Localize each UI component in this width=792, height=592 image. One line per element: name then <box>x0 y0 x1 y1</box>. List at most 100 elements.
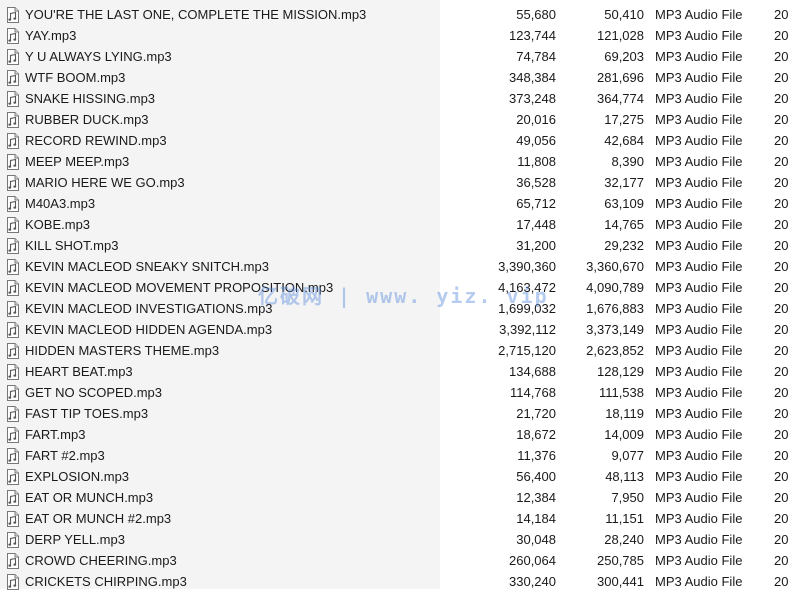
file-name: EAT OR MUNCH #2.mp3 <box>25 511 172 526</box>
audio-file-icon <box>6 91 20 107</box>
file-date: 20 <box>774 217 789 232</box>
file-type: MP3 Audio File <box>655 511 743 526</box>
file-compressed-size: 111,538 <box>598 385 644 400</box>
audio-file-icon <box>6 448 20 464</box>
file-row[interactable]: HIDDEN MASTERS THEME.mp3 2,715,120 2,623,8… <box>0 340 792 361</box>
file-row[interactable]: KEVIN MACLEOD INVESTIGATIONS.mp3 1,699,03… <box>0 298 792 319</box>
file-size: 3,392,112 <box>499 322 556 337</box>
file-row[interactable]: GET NO SCOPED.mp3 114,768 111,538 MP3 Audio… <box>0 382 792 403</box>
file-name: YAY.mp3 <box>25 28 77 43</box>
audio-file-icon <box>6 280 20 296</box>
audio-file-icon <box>6 28 20 44</box>
file-row[interactable]: FART.mp3 18,672 14,009 MP3 Audio File 20 <box>0 424 792 445</box>
file-name: MEEP MEEP.mp3 <box>25 154 130 169</box>
file-compressed-size: 14,765 <box>604 217 644 232</box>
file-row[interactable]: SNAKE HISSING.mp3 373,248 364,774 MP3 Audio… <box>0 88 792 109</box>
file-type: MP3 Audio File <box>655 574 743 589</box>
file-type: MP3 Audio File <box>655 364 743 379</box>
file-compressed-size: 2,623,852 <box>586 343 644 358</box>
file-name: FART.mp3 <box>25 427 86 442</box>
file-date: 20 <box>774 490 789 505</box>
audio-file-icon <box>6 322 20 338</box>
file-row[interactable]: MEEP MEEP.mp3 11,808 8,390 MP3 Audio File 20 <box>0 151 792 172</box>
file-type: MP3 Audio File <box>655 448 743 463</box>
file-size: 123,744 <box>509 28 556 43</box>
file-list: YOU'RE THE LAST ONE, COMPLETE THE MISSIO… <box>0 4 792 592</box>
audio-file-icon <box>6 427 20 443</box>
file-name: Y U ALWAYS LYING.mp3 <box>25 49 172 64</box>
file-size: 114,768 <box>509 385 556 400</box>
file-compressed-size: 63,109 <box>604 196 644 211</box>
audio-file-icon <box>6 385 20 401</box>
file-name: KEVIN MACLEOD HIDDEN AGENDA.mp3 <box>25 322 273 337</box>
file-type: MP3 Audio File <box>655 490 743 505</box>
file-size: 55,680 <box>516 7 556 22</box>
file-name: HEART BEAT.mp3 <box>25 364 133 379</box>
file-type: MP3 Audio File <box>655 301 743 316</box>
file-date: 20 <box>774 259 789 274</box>
file-row[interactable]: Y U ALWAYS LYING.mp3 74,784 69,203 MP3 Audi… <box>0 46 792 67</box>
file-compressed-size: 50,410 <box>604 7 644 22</box>
file-compressed-size: 28,240 <box>604 532 644 547</box>
file-compressed-size: 1,676,883 <box>586 301 644 316</box>
file-date: 20 <box>774 154 789 169</box>
file-name: FAST TIP TOES.mp3 <box>25 406 149 421</box>
file-size: 12,384 <box>516 490 556 505</box>
file-compressed-size: 17,275 <box>604 112 644 127</box>
file-row[interactable]: KEVIN MACLEOD SNEAKY SNITCH.mp3 3,390,360… <box>0 256 792 277</box>
file-type: MP3 Audio File <box>655 7 743 22</box>
file-row[interactable]: WTF BOOM.mp3 348,384 281,696 MP3 Audio File… <box>0 67 792 88</box>
audio-file-icon <box>6 196 20 212</box>
file-row[interactable]: FAST TIP TOES.mp3 21,720 18,119 MP3 Audio F… <box>0 403 792 424</box>
audio-file-icon <box>6 112 20 128</box>
file-row[interactable]: KILL SHOT.mp3 31,200 29,232 MP3 Audio File 2… <box>0 235 792 256</box>
file-name: GET NO SCOPED.mp3 <box>25 385 163 400</box>
file-size: 36,528 <box>516 175 556 190</box>
file-name: CROWD CHEERING.mp3 <box>25 553 177 568</box>
file-name: KEVIN MACLEOD SNEAKY SNITCH.mp3 <box>25 259 269 274</box>
file-date: 20 <box>774 532 789 547</box>
file-type: MP3 Audio File <box>655 196 743 211</box>
file-row[interactable]: EXPLOSION.mp3 56,400 48,113 MP3 Audio File 2… <box>0 466 792 487</box>
file-name: KOBE.mp3 <box>25 217 91 232</box>
file-row[interactable]: KEVIN MACLEOD HIDDEN AGENDA.mp3 3,392,112… <box>0 319 792 340</box>
file-row[interactable]: YAY.mp3 123,744 121,028 MP3 Audio File 20 <box>0 25 792 46</box>
file-row[interactable]: MARIO HERE WE GO.mp3 36,528 32,177 MP3 Audi… <box>0 172 792 193</box>
file-row[interactable]: RECORD REWIND.mp3 49,056 42,684 MP3 Audio F… <box>0 130 792 151</box>
file-compressed-size: 281,696 <box>597 70 644 85</box>
file-type: MP3 Audio File <box>655 217 743 232</box>
file-type: MP3 Audio File <box>655 553 743 568</box>
file-size: 30,048 <box>516 532 556 547</box>
file-row[interactable]: M40A3.mp3 65,712 63,109 MP3 Audio File 20 <box>0 193 792 214</box>
file-date: 20 <box>774 175 789 190</box>
file-name: RUBBER DUCK.mp3 <box>25 112 149 127</box>
file-date: 20 <box>774 574 789 589</box>
file-date: 20 <box>774 343 789 358</box>
file-compressed-size: 32,177 <box>604 175 644 190</box>
file-date: 20 <box>774 385 789 400</box>
file-row[interactable]: YOU'RE THE LAST ONE, COMPLETE THE MISSIO… <box>0 4 792 25</box>
file-row[interactable]: KEVIN MACLEOD MOVEMENT PROPOSITION.mp3 4,… <box>0 277 792 298</box>
file-name: KEVIN MACLEOD MOVEMENT PROPOSITION.mp3 <box>25 280 334 295</box>
audio-file-icon <box>6 490 20 506</box>
file-compressed-size: 9,077 <box>611 448 644 463</box>
audio-file-icon <box>6 469 20 485</box>
file-type: MP3 Audio File <box>655 322 743 337</box>
audio-file-icon <box>6 574 20 590</box>
file-type: MP3 Audio File <box>655 49 743 64</box>
file-row[interactable]: FART #2.mp3 11,376 9,077 MP3 Audio File 20 <box>0 445 792 466</box>
file-name: MARIO HERE WE GO.mp3 <box>25 175 185 190</box>
file-row[interactable]: EAT OR MUNCH #2.mp3 14,184 11,151 MP3 Audio… <box>0 508 792 529</box>
audio-file-icon <box>6 343 20 359</box>
file-row[interactable]: HEART BEAT.mp3 134,688 128,129 MP3 Audio Fi… <box>0 361 792 382</box>
file-compressed-size: 14,009 <box>604 427 644 442</box>
file-row[interactable]: EAT OR MUNCH.mp3 12,384 7,950 MP3 Audio Fil… <box>0 487 792 508</box>
file-row[interactable]: KOBE.mp3 17,448 14,765 MP3 Audio File 20 <box>0 214 792 235</box>
file-compressed-size: 121,028 <box>597 28 644 43</box>
file-row[interactable]: DERP YELL.mp3 30,048 28,240 MP3 Audio File 2… <box>0 529 792 550</box>
file-compressed-size: 3,360,670 <box>586 259 644 274</box>
file-size: 134,688 <box>509 364 556 379</box>
file-name: RECORD REWIND.mp3 <box>25 133 167 148</box>
file-row[interactable]: RUBBER DUCK.mp3 20,016 17,275 MP3 Audio Fil… <box>0 109 792 130</box>
file-row[interactable]: CROWD CHEERING.mp3 260,064 250,785 MP3 Audi… <box>0 550 792 571</box>
